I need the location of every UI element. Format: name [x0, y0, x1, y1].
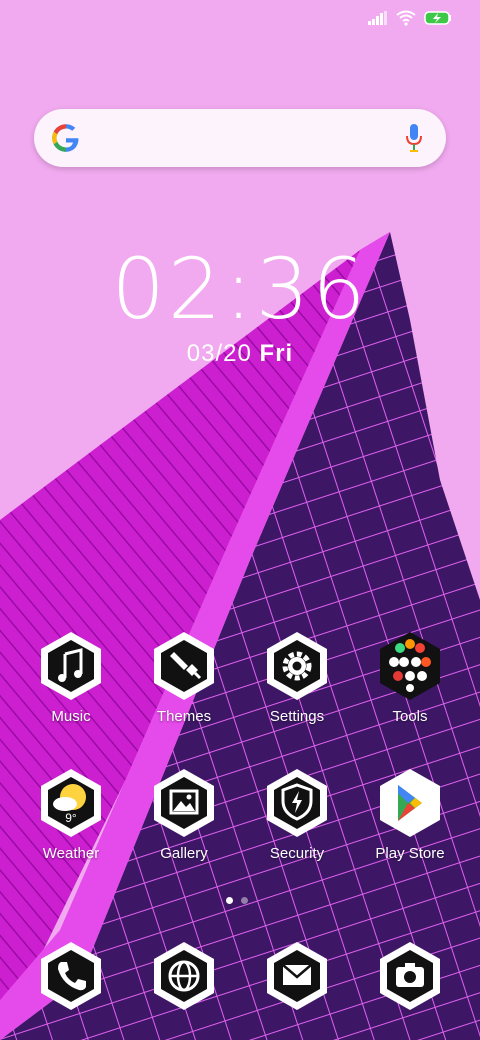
mic-icon[interactable] [404, 123, 424, 153]
day-text: Fri [259, 340, 294, 367]
dock-browser[interactable] [134, 940, 234, 1012]
weather-temperature: 9° [65, 811, 77, 825]
gear-icon [267, 632, 327, 700]
google-search-bar[interactable] [34, 109, 446, 167]
app-security[interactable]: Security [247, 767, 347, 862]
app-label: Tools [392, 708, 428, 725]
date-text: 03/20 [186, 340, 252, 367]
app-label: Play Store [375, 845, 445, 862]
page-indicator [226, 897, 248, 904]
app-label: Settings [269, 708, 325, 725]
play-store-icon [380, 769, 440, 837]
google-logo-icon [52, 124, 79, 152]
page-dot [241, 897, 248, 904]
status-bar [368, 10, 452, 26]
dock-phone[interactable] [21, 940, 121, 1012]
page-dot-active [226, 897, 233, 904]
app-settings[interactable]: Settings [247, 630, 347, 725]
dock-camera[interactable] [360, 940, 460, 1012]
image-icon [154, 769, 214, 837]
app-label: Music [51, 708, 91, 725]
folder-tools[interactable]: Tools [360, 630, 460, 725]
app-label: Weather [42, 845, 100, 862]
mail-icon [267, 942, 327, 1010]
camera-icon [380, 942, 440, 1010]
app-label: Gallery [160, 845, 208, 862]
weather-icon [41, 769, 101, 837]
phone-icon [41, 942, 101, 1010]
app-play-store[interactable]: Play Store [360, 767, 460, 862]
globe-icon [154, 942, 214, 1010]
wifi-icon [396, 10, 416, 26]
tools-folder-icon [380, 632, 440, 700]
battery-charging-icon [424, 11, 451, 25]
clock-date[interactable]: 03/20 Fri [0, 340, 480, 368]
clock-time[interactable]: 02:36 [0, 240, 480, 338]
app-music[interactable]: Music [21, 630, 121, 725]
app-themes[interactable]: Themes [134, 630, 234, 725]
signal-icon [368, 11, 387, 25]
app-gallery[interactable]: Gallery [134, 767, 234, 862]
app-label: Themes [156, 708, 212, 725]
app-weather[interactable]: 9° Weather [21, 767, 121, 862]
dock-mail[interactable] [247, 940, 347, 1012]
app-label: Security [269, 845, 325, 862]
paintbrush-icon [154, 632, 214, 700]
music-note-icon [41, 632, 101, 700]
shield-bolt-icon [267, 769, 327, 837]
